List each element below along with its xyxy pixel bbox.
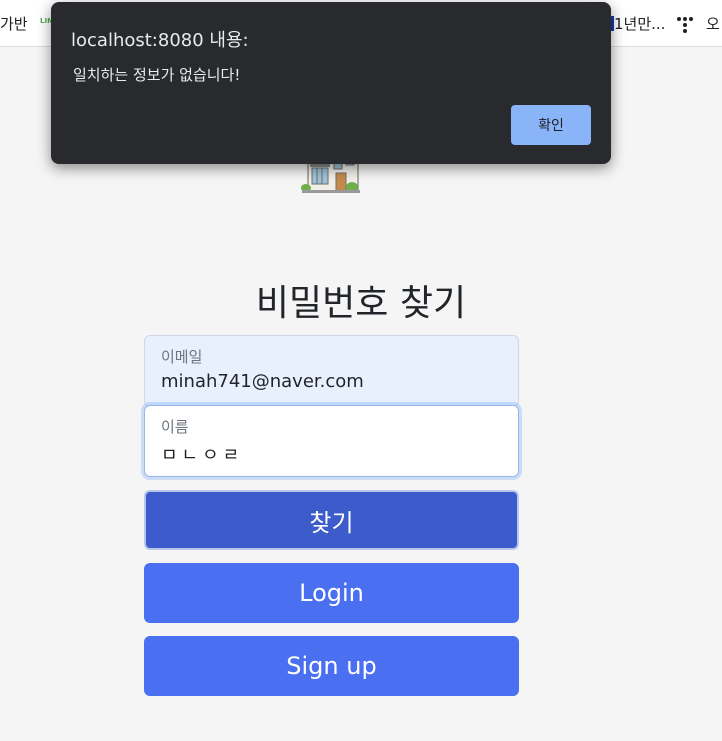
- dialog-title: localhost:8080 내용:: [71, 30, 249, 51]
- dialog-message: 일치하는 정보가 없습니다!: [73, 66, 241, 84]
- email-value[interactable]: minah741@naver.com: [161, 371, 502, 392]
- bookmark-item-left[interactable]: 가반: [0, 13, 28, 34]
- name-value[interactable]: ㅁㄴㅇㄹ: [161, 441, 502, 467]
- signup-button[interactable]: Sign up: [144, 636, 519, 696]
- login-button[interactable]: Login: [144, 563, 519, 623]
- alert-dialog: localhost:8080 내용: 일치하는 정보가 없습니다! 확인: [51, 2, 611, 164]
- email-label: 이메일: [161, 348, 203, 366]
- bookmark-item-right[interactable]: 1년만...: [604, 13, 665, 34]
- bookmark-item-right-label: 1년만...: [614, 15, 666, 33]
- bookmark-item-far-right-label: 오: [706, 15, 720, 33]
- find-button[interactable]: 찾기: [144, 490, 519, 550]
- name-field[interactable]: 이름 ㅁㄴㅇㄹ: [144, 405, 519, 477]
- email-field[interactable]: 이메일 minah741@naver.com: [144, 335, 519, 407]
- dots-app-icon: [676, 15, 694, 33]
- name-label: 이름: [161, 418, 189, 436]
- page-title: 비밀번호 찾기: [255, 283, 467, 324]
- confirm-button[interactable]: 확인: [511, 105, 591, 145]
- bookmark-item-far-right[interactable]: 오: [676, 13, 720, 34]
